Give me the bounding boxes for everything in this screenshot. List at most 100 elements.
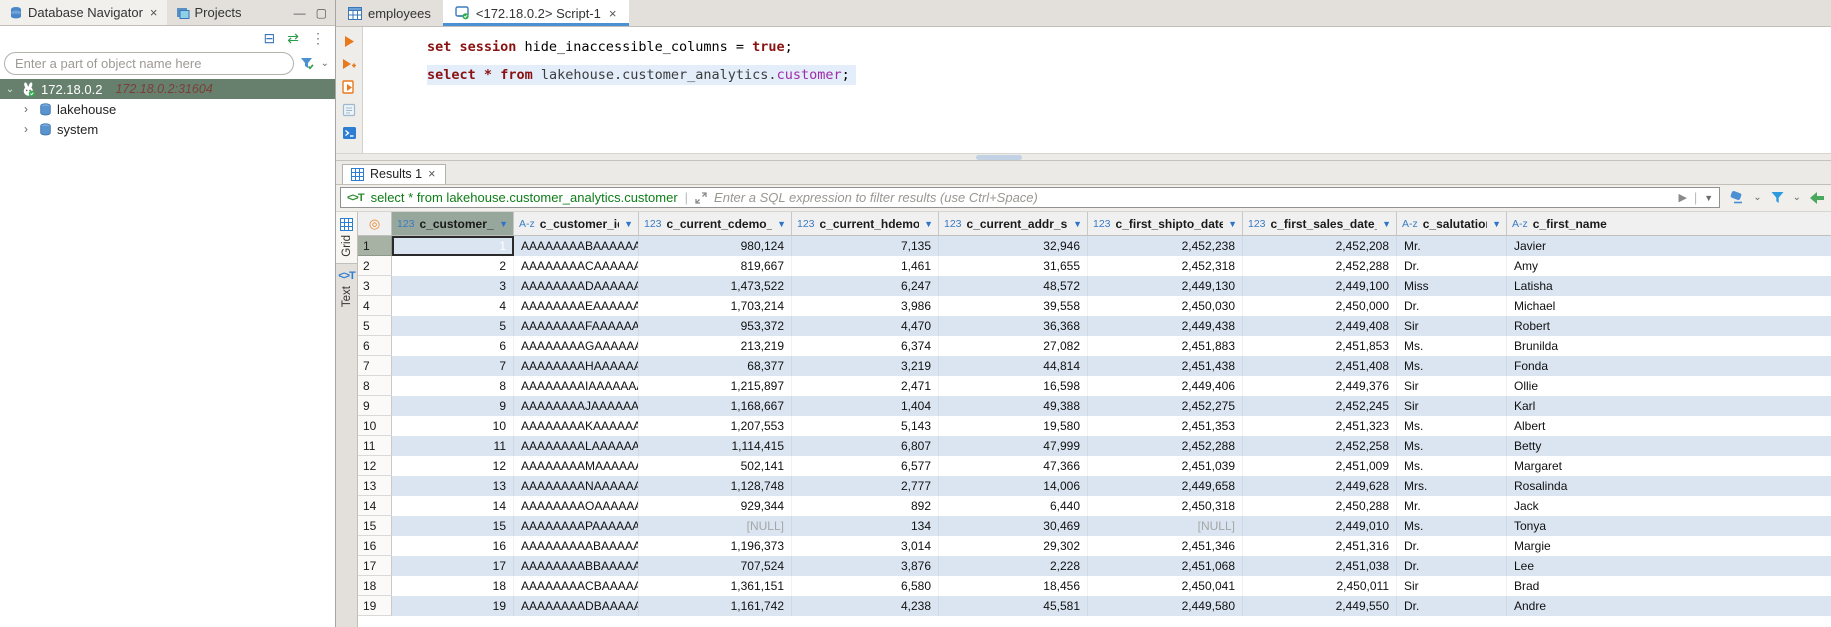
grid-cell-c_first_shipto_date_sk[interactable]: 2,449,580 [1088, 596, 1243, 616]
chevron-down-icon[interactable]: ⌄ [1753, 192, 1761, 203]
grid-cell-c_current_hdemo_sk[interactable]: 6,807 [792, 436, 939, 456]
grid-cell-c_current_cdemo_sk[interactable]: 929,344 [639, 496, 792, 516]
grid-cell-c_customer_id[interactable]: AAAAAAAAPAAAAAAA [514, 516, 639, 536]
grid-cell-c_current_hdemo_sk[interactable]: 3,876 [792, 556, 939, 576]
grid-cell-c_first_sales_date_sk[interactable]: 2,449,376 [1243, 376, 1397, 396]
grid-cell-c_customer_sk[interactable]: 18 [392, 576, 514, 596]
grid-cell-c_current_hdemo_sk[interactable]: 4,238 [792, 596, 939, 616]
grid-cell-c_customer_sk[interactable]: 15 [392, 516, 514, 536]
grid-cell-c_current_cdemo_sk[interactable]: [NULL] [639, 516, 792, 536]
row-number[interactable]: 7 [358, 356, 392, 376]
grid-cell-c_customer_sk[interactable]: 2 [392, 256, 514, 276]
grid-cell-c_first_sales_date_sk[interactable]: 2,451,009 [1243, 456, 1397, 476]
grid-cell-c_current_addr_sk[interactable]: 45,581 [939, 596, 1088, 616]
dropdown-icon[interactable]: ▼ [1228, 219, 1237, 229]
row-number[interactable]: 10 [358, 416, 392, 436]
chevron-right-icon[interactable]: › [24, 102, 34, 116]
grid-cell-c_current_cdemo_sk[interactable]: 953,372 [639, 316, 792, 336]
grid-cell-c_current_cdemo_sk[interactable]: 1,168,667 [639, 396, 792, 416]
row-number[interactable]: 3 [358, 276, 392, 296]
collapse-all-icon[interactable]: ⊟ [264, 30, 276, 47]
grid-cell-c_current_addr_sk[interactable]: 39,558 [939, 296, 1088, 316]
grid-cell-c_current_addr_sk[interactable]: 44,814 [939, 356, 1088, 376]
grid-cell-c_first_sales_date_sk[interactable]: 2,449,628 [1243, 476, 1397, 496]
grid-cell-c_customer_id[interactable]: AAAAAAAAHAAAAAAA [514, 356, 639, 376]
grid-cell-c_first_name[interactable]: Robert [1507, 316, 1831, 336]
grid-cell-c_first_shipto_date_sk[interactable]: 2,450,030 [1088, 296, 1243, 316]
grid-cell-c_current_hdemo_sk[interactable]: 3,986 [792, 296, 939, 316]
grid-cell-c_current_hdemo_sk[interactable]: 6,247 [792, 276, 939, 296]
grid-cell-c_customer_id[interactable]: AAAAAAAAMAAAAAAA [514, 456, 639, 476]
grid-cell-c_current_hdemo_sk[interactable]: 6,374 [792, 336, 939, 356]
row-number[interactable]: 16 [358, 536, 392, 556]
grid-cell-c_first_name[interactable]: Brad [1507, 576, 1831, 596]
grid-cell-c_salutation[interactable]: Mr. [1397, 236, 1507, 256]
grid-cell-c_first_sales_date_sk[interactable]: 2,451,316 [1243, 536, 1397, 556]
execute-script-button[interactable] [341, 79, 357, 95]
grid-cell-c_customer_sk[interactable]: 10 [392, 416, 514, 436]
grid-cell-c_current_cdemo_sk[interactable]: 1,207,553 [639, 416, 792, 436]
grid-cell-c_current_cdemo_sk[interactable]: 1,473,522 [639, 276, 792, 296]
grid-cell-c_current_cdemo_sk[interactable]: 819,667 [639, 256, 792, 276]
explain-plan-button[interactable] [341, 102, 357, 118]
grid-cell-c_first_name[interactable]: Javier [1507, 236, 1831, 256]
grid-cell-c_first_name[interactable]: Lee [1507, 556, 1831, 576]
grid-cell-c_salutation[interactable]: Dr. [1397, 256, 1507, 276]
grid-cell-c_first_name[interactable]: Amy [1507, 256, 1831, 276]
grid-cell-c_first_sales_date_sk[interactable]: 2,451,038 [1243, 556, 1397, 576]
column-header-c_salutation[interactable]: A-zc_salutation▼ [1397, 212, 1507, 235]
tab-database-navigator[interactable]: Database Navigator × [0, 0, 167, 25]
grid-cell-c_first_shipto_date_sk[interactable]: 2,451,346 [1088, 536, 1243, 556]
grid-cell-c_first_sales_date_sk[interactable]: 2,449,010 [1243, 516, 1397, 536]
grid-cell-c_salutation[interactable]: Sir [1397, 576, 1507, 596]
grid-cell-c_customer_sk[interactable]: 11 [392, 436, 514, 456]
row-number[interactable]: 18 [358, 576, 392, 596]
grid-cell-c_first_sales_date_sk[interactable]: 2,452,245 [1243, 396, 1397, 416]
grid-cell-c_first_name[interactable]: Jack [1507, 496, 1831, 516]
grid-cell-c_first_name[interactable]: Brunilda [1507, 336, 1831, 356]
grid-cell-c_first_shipto_date_sk[interactable]: 2,451,068 [1088, 556, 1243, 576]
sql-code[interactable]: set session hide_inaccessible_columns = … [363, 27, 1831, 153]
grid-cell-c_customer_id[interactable]: AAAAAAAAKAAAAAAA [514, 416, 639, 436]
grid-cell-c_customer_sk[interactable]: 16 [392, 536, 514, 556]
presentation-tab-grid[interactable]: Grid [336, 212, 357, 264]
row-number[interactable]: 12 [358, 456, 392, 476]
grid-cell-c_first_name[interactable]: Margie [1507, 536, 1831, 556]
grid-cell-c_current_cdemo_sk[interactable]: 1,215,897 [639, 376, 792, 396]
row-number[interactable]: 11 [358, 436, 392, 456]
row-number[interactable]: 14 [358, 496, 392, 516]
grid-cell-c_first_shipto_date_sk[interactable]: [NULL] [1088, 516, 1243, 536]
row-number[interactable]: 4 [358, 296, 392, 316]
chevron-right-icon[interactable]: › [24, 122, 34, 136]
grid-cell-c_current_addr_sk[interactable]: 36,368 [939, 316, 1088, 336]
grid-cell-c_customer_id[interactable]: AAAAAAAAJAAAAAAA [514, 396, 639, 416]
row-number[interactable]: 19 [358, 596, 392, 616]
grid-cell-c_current_hdemo_sk[interactable]: 6,577 [792, 456, 939, 476]
grid-cell-c_current_addr_sk[interactable]: 31,655 [939, 256, 1088, 276]
grid-cell-c_current_cdemo_sk[interactable]: 1,703,214 [639, 296, 792, 316]
grid-cell-c_first_sales_date_sk[interactable]: 2,449,408 [1243, 316, 1397, 336]
grid-cell-c_salutation[interactable]: Sir [1397, 376, 1507, 396]
filter-history-dropdown-icon[interactable]: ▼ [1704, 193, 1713, 203]
grid-cell-c_current_addr_sk[interactable]: 14,006 [939, 476, 1088, 496]
grid-cell-c_first_shipto_date_sk[interactable]: 2,450,318 [1088, 496, 1243, 516]
grid-cell-c_first_sales_date_sk[interactable]: 2,449,550 [1243, 596, 1397, 616]
grid-cell-c_customer_id[interactable]: AAAAAAAABBAAAAAA [514, 556, 639, 576]
grid-cell-c_salutation[interactable]: Mr. [1397, 496, 1507, 516]
grid-cell-c_first_shipto_date_sk[interactable]: 2,452,318 [1088, 256, 1243, 276]
erase-filter-icon[interactable] [1728, 191, 1745, 204]
grid-cell-c_first_name[interactable]: Michael [1507, 296, 1831, 316]
column-header-c_customer_sk[interactable]: 123c_customer_sk▼ [392, 212, 514, 235]
grid-cell-c_first_name[interactable]: Andre [1507, 596, 1831, 616]
grid-corner-cell[interactable]: ◎ [358, 212, 392, 235]
row-number[interactable]: 13 [358, 476, 392, 496]
row-number[interactable]: 2 [358, 256, 392, 276]
grid-cell-c_current_cdemo_sk[interactable]: 68,377 [639, 356, 792, 376]
grid-cell-c_salutation[interactable]: Sir [1397, 396, 1507, 416]
tab-results-1[interactable]: Results 1 × [342, 164, 446, 184]
grid-cell-c_current_cdemo_sk[interactable]: 1,196,373 [639, 536, 792, 556]
grid-cell-c_customer_id[interactable]: AAAAAAAABAAAAAAA [514, 236, 639, 256]
grid-cell-c_salutation[interactable]: Sir [1397, 316, 1507, 336]
tab-employees[interactable]: employees [336, 0, 443, 26]
grid-cell-c_customer_sk[interactable]: 5 [392, 316, 514, 336]
